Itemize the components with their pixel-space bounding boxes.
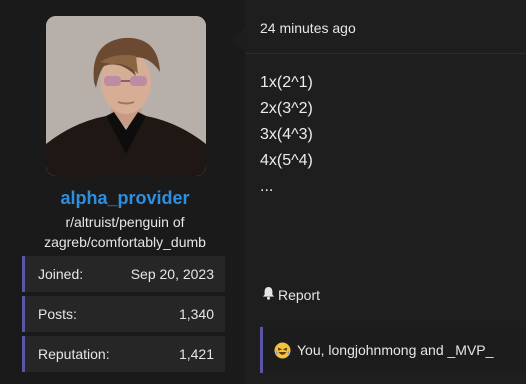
body-line: ... xyxy=(260,178,274,195)
stat-value: 1,340 xyxy=(178,306,214,322)
post-content-panel: 24 minutes ago 1x(2^1) 2x(3^2) 3x(4^3) 4… xyxy=(233,0,526,384)
stat-value: Sep 20, 2023 xyxy=(130,266,214,282)
forum-post: alpha_provider r/altruist/penguin of zag… xyxy=(0,0,526,384)
divider xyxy=(245,53,526,54)
stat-label: Posts: xyxy=(38,306,77,322)
stat-reputation: Reputation: 1,421 xyxy=(22,336,225,372)
avatar[interactable] xyxy=(46,16,206,176)
stat-value: 1,421 xyxy=(178,346,214,362)
stat-label: Joined: xyxy=(38,266,84,282)
stat-label: Reputation: xyxy=(38,346,110,362)
post-timestamp[interactable]: 24 minutes ago xyxy=(260,18,356,38)
reactions-text: You, longjohnmong and _MVP_ xyxy=(297,342,494,358)
reactions-bar[interactable]: You, longjohnmong and _MVP_ xyxy=(260,327,526,373)
avatar-photo xyxy=(46,16,206,176)
user-title: r/altruist/penguin of zagreb/comfortably… xyxy=(10,212,240,252)
stat-joined: Joined: Sep 20, 2023 xyxy=(22,256,225,292)
bell-icon xyxy=(262,286,275,303)
body-line: 1x(2^1) xyxy=(260,74,313,91)
stat-posts: Posts: 1,340 xyxy=(22,296,225,332)
body-line: 3x(4^3) xyxy=(260,126,313,143)
laughing-face-icon xyxy=(274,342,291,359)
report-label: Report xyxy=(278,286,321,303)
post-body: 1x(2^1) 2x(3^2) 3x(4^3) 4x(5^4) ... xyxy=(260,70,313,200)
body-line: 4x(5^4) xyxy=(260,152,313,169)
user-title-line: r/altruist/penguin of xyxy=(65,214,185,230)
body-line: 2x(3^2) xyxy=(260,100,313,117)
username-link[interactable]: alpha_provider xyxy=(0,186,250,210)
speech-arrow xyxy=(233,28,245,52)
user-info-panel: alpha_provider r/altruist/penguin of zag… xyxy=(0,0,245,384)
report-button[interactable]: Report xyxy=(262,286,320,303)
user-title-line: zagreb/comfortably_dumb xyxy=(44,234,206,250)
